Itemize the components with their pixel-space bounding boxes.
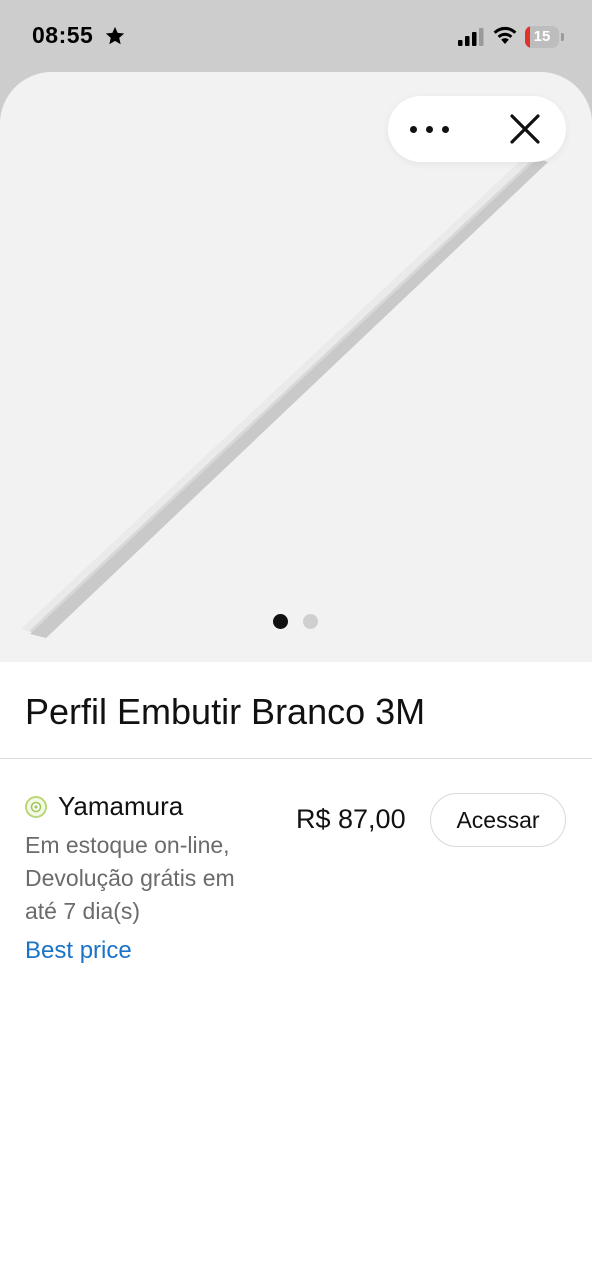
ellipsis-dot bbox=[442, 126, 449, 133]
status-bar: 08:55 15 bbox=[0, 0, 592, 72]
offer-details: Em estoque on-line, Devolução grátis em … bbox=[25, 829, 285, 928]
wifi-icon bbox=[493, 26, 517, 44]
ellipsis-dot bbox=[426, 126, 433, 133]
access-store-button[interactable]: Acessar bbox=[430, 793, 566, 847]
more-options-button[interactable] bbox=[398, 104, 462, 154]
offer-row: Yamamura Em estoque on-line, Devolução g… bbox=[0, 759, 592, 979]
battery-body: 15 bbox=[525, 26, 559, 48]
best-price-badge: Best price bbox=[25, 937, 132, 964]
star-icon bbox=[105, 26, 125, 45]
close-button[interactable] bbox=[500, 104, 550, 154]
product-title: Perfil Embutir Branco 3M bbox=[25, 691, 426, 732]
product-sheet: Perfil Embutir Branco 3M Yamamura Em est… bbox=[0, 72, 592, 1280]
store-logo-icon bbox=[25, 796, 47, 818]
image-pager bbox=[0, 614, 592, 632]
battery-tip bbox=[561, 33, 564, 41]
store-name[interactable]: Yamamura bbox=[58, 789, 183, 823]
status-time: 08:55 bbox=[32, 22, 94, 48]
battery-icon: 15 bbox=[525, 26, 565, 48]
battery-level: 15 bbox=[533, 28, 551, 45]
close-icon bbox=[510, 114, 540, 144]
action-pill bbox=[388, 96, 566, 162]
pager-dot[interactable] bbox=[303, 614, 318, 629]
product-image-carousel[interactable] bbox=[0, 72, 592, 662]
pager-dot-active[interactable] bbox=[273, 614, 288, 629]
ellipsis-dot bbox=[410, 126, 417, 133]
offer-return-text: Devolução grátis em bbox=[25, 865, 235, 891]
cellular-signal-icon bbox=[458, 28, 484, 46]
offer-price: R$ 87,00 bbox=[296, 804, 406, 834]
offer-return-days-text: até 7 dia(s) bbox=[25, 898, 141, 924]
offer-stock-text: Em estoque on-line, bbox=[25, 832, 230, 858]
